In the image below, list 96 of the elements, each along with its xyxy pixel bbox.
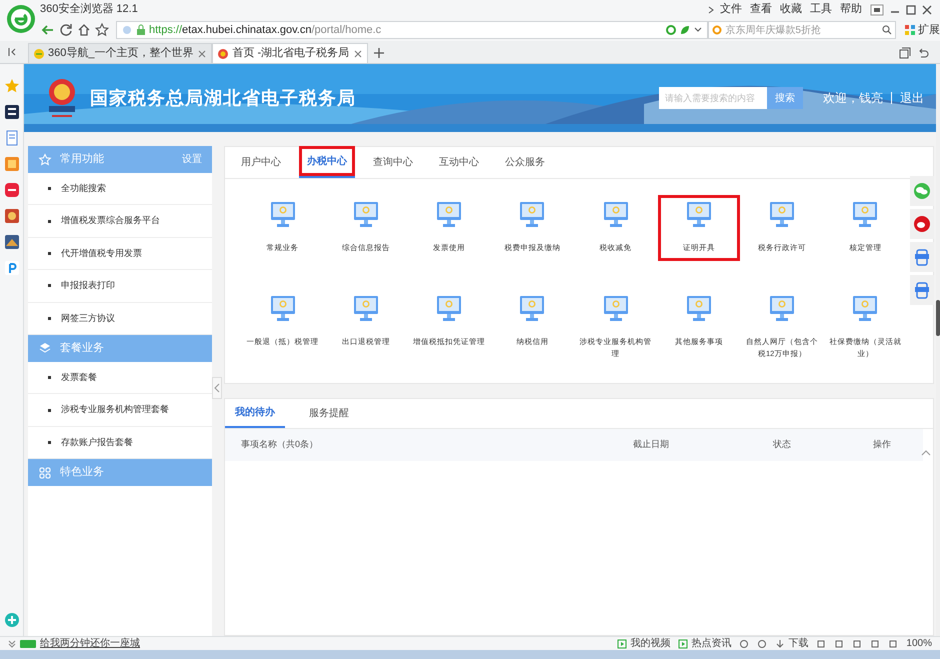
extensions-icon[interactable] bbox=[904, 24, 916, 36]
video-icon[interactable] bbox=[617, 638, 628, 648]
logout-link[interactable]: 退出 bbox=[900, 89, 924, 107]
sidebar-item[interactable]: 增值税发票综合服务平台 bbox=[28, 205, 212, 238]
section-title: 套餐业务 bbox=[60, 341, 105, 356]
search-icon[interactable] bbox=[882, 25, 892, 35]
welcome-text: 欢迎，钱亮 bbox=[823, 90, 883, 107]
news-icon[interactable] bbox=[4, 104, 20, 120]
sidebar-toggle-icon[interactable] bbox=[6, 45, 18, 59]
monitor-icon bbox=[520, 202, 544, 228]
zoom-level[interactable]: 100% bbox=[906, 636, 932, 651]
scrollbar-thumb[interactable] bbox=[936, 300, 940, 336]
layers-icon bbox=[38, 341, 52, 356]
site-search-field[interactable]: 请输入需要搜索的内容 bbox=[659, 87, 767, 109]
compat-mode-icon[interactable] bbox=[665, 24, 678, 36]
monitor-icon bbox=[437, 202, 462, 228]
monitor-icon bbox=[686, 202, 711, 228]
tab-list-icon[interactable] bbox=[898, 46, 912, 60]
monitor-icon bbox=[686, 296, 711, 322]
browser-tab[interactable]: 360导航_一个主页，整个世界 bbox=[28, 43, 212, 63]
weibo-icon bbox=[911, 213, 933, 235]
star-icon bbox=[38, 152, 52, 166]
monitor-icon bbox=[604, 296, 628, 322]
app-icon[interactable] bbox=[4, 182, 20, 198]
sidebar-item[interactable]: 申报报表打印 bbox=[28, 270, 212, 303]
menu-item[interactable]: 收藏 bbox=[780, 1, 802, 18]
status-item[interactable]: 下载 bbox=[788, 636, 808, 651]
close-icon[interactable] bbox=[920, 4, 934, 16]
app-phone-button[interactable] bbox=[910, 275, 934, 305]
browser-tab[interactable]: 首页 -湖北省电子税务局 bbox=[212, 43, 368, 63]
column-header: 状态 bbox=[773, 438, 792, 452]
extensions-button[interactable]: 扩展 bbox=[918, 22, 940, 38]
menu-item[interactable]: 工具 bbox=[810, 1, 832, 18]
refresh-icon[interactable] bbox=[58, 22, 74, 38]
tab[interactable]: 用户中心 bbox=[233, 146, 289, 178]
close-icon[interactable] bbox=[353, 48, 364, 58]
menu-item[interactable]: 帮助 bbox=[840, 1, 862, 18]
monitor-icon bbox=[354, 296, 378, 322]
column-header: 截止日期 bbox=[633, 438, 670, 452]
section-title: 常用功能 bbox=[60, 152, 105, 168]
document-icon[interactable] bbox=[4, 130, 20, 146]
p-app-icon[interactable] bbox=[4, 260, 20, 276]
collapse-icon[interactable] bbox=[8, 640, 16, 648]
chevron-left-icon bbox=[214, 383, 220, 393]
sidebar-item[interactable]: 涉税专业服务机构管理套餐 bbox=[28, 394, 212, 427]
column-header: 操作 bbox=[873, 438, 892, 452]
search-engine-icon bbox=[712, 25, 722, 35]
new-badge-icon bbox=[20, 640, 36, 648]
star-icon[interactable] bbox=[94, 22, 110, 38]
address-bar[interactable]: https://etax.hubei.chinatax.gov.cn/portal/home.c bbox=[116, 21, 708, 39]
monitor-icon bbox=[437, 296, 462, 322]
section-title: 特色业务 bbox=[60, 465, 105, 480]
monitor-icon bbox=[520, 296, 544, 322]
menu-item[interactable]: 文件 bbox=[720, 1, 742, 18]
chevron-right-icon[interactable] bbox=[708, 6, 714, 14]
monitor-icon bbox=[354, 202, 378, 228]
sidebar-item[interactable]: 全功能搜索 bbox=[28, 173, 212, 206]
monitor-icon bbox=[770, 202, 794, 228]
emblem-icon bbox=[217, 48, 230, 60]
sidebar-item[interactable]: 发票套餐 bbox=[28, 362, 212, 394]
monitor-icon bbox=[853, 296, 878, 322]
tab[interactable]: 服务提醒 bbox=[299, 398, 359, 428]
tab[interactable]: 办税中心 bbox=[299, 146, 355, 178]
wechat-icon bbox=[911, 180, 933, 202]
site-title: 国家税务总局湖北省电子税务局 bbox=[90, 86, 356, 110]
grid-icon bbox=[38, 466, 52, 480]
status-item[interactable]: 我的视频 bbox=[630, 636, 670, 651]
download-icon[interactable] bbox=[775, 638, 786, 648]
tab[interactable]: 查询中心 bbox=[365, 146, 421, 178]
weibo-button[interactable] bbox=[910, 209, 934, 239]
tab[interactable]: 公众服务 bbox=[497, 146, 553, 178]
monitor-icon bbox=[853, 202, 878, 228]
tab[interactable]: 互动中心 bbox=[431, 146, 487, 178]
close-icon[interactable] bbox=[197, 48, 208, 58]
monitor-icon bbox=[604, 202, 628, 228]
sidebar-item[interactable]: 代开增值税专用发票 bbox=[28, 238, 212, 270]
menu-item[interactable]: 查看 bbox=[750, 1, 772, 18]
status-item[interactable]: 热点资讯 bbox=[691, 636, 732, 651]
home-icon[interactable] bbox=[76, 22, 92, 38]
tab-title: 首页 -湖北省电子税务局 bbox=[232, 46, 350, 62]
window-title: 360安全浏览器 12.1 bbox=[40, 2, 138, 18]
url-text: https://etax.hubei.chinatax.gov.cn/portal/home.c bbox=[149, 22, 382, 38]
new-tab-icon[interactable] bbox=[372, 46, 386, 60]
collapse-handle[interactable] bbox=[212, 377, 222, 399]
column-header: 事项名称（共0条） bbox=[240, 438, 320, 452]
maximize-icon[interactable] bbox=[904, 4, 918, 16]
search-field[interactable]: 京东周年庆爆款5折抢 bbox=[708, 21, 896, 39]
app-phone-button[interactable] bbox=[910, 242, 934, 272]
lock-icon bbox=[135, 24, 147, 36]
skin-icon[interactable] bbox=[870, 4, 884, 16]
monitor-icon bbox=[270, 296, 295, 322]
monitor-icon bbox=[270, 202, 295, 228]
monitor-icon bbox=[770, 296, 794, 322]
scroll-up-icon[interactable] bbox=[921, 449, 931, 457]
news-link[interactable]: 给我两分钟还你一座城 bbox=[40, 636, 140, 651]
tab-title: 360导航_一个主页，整个世界 bbox=[48, 46, 194, 62]
